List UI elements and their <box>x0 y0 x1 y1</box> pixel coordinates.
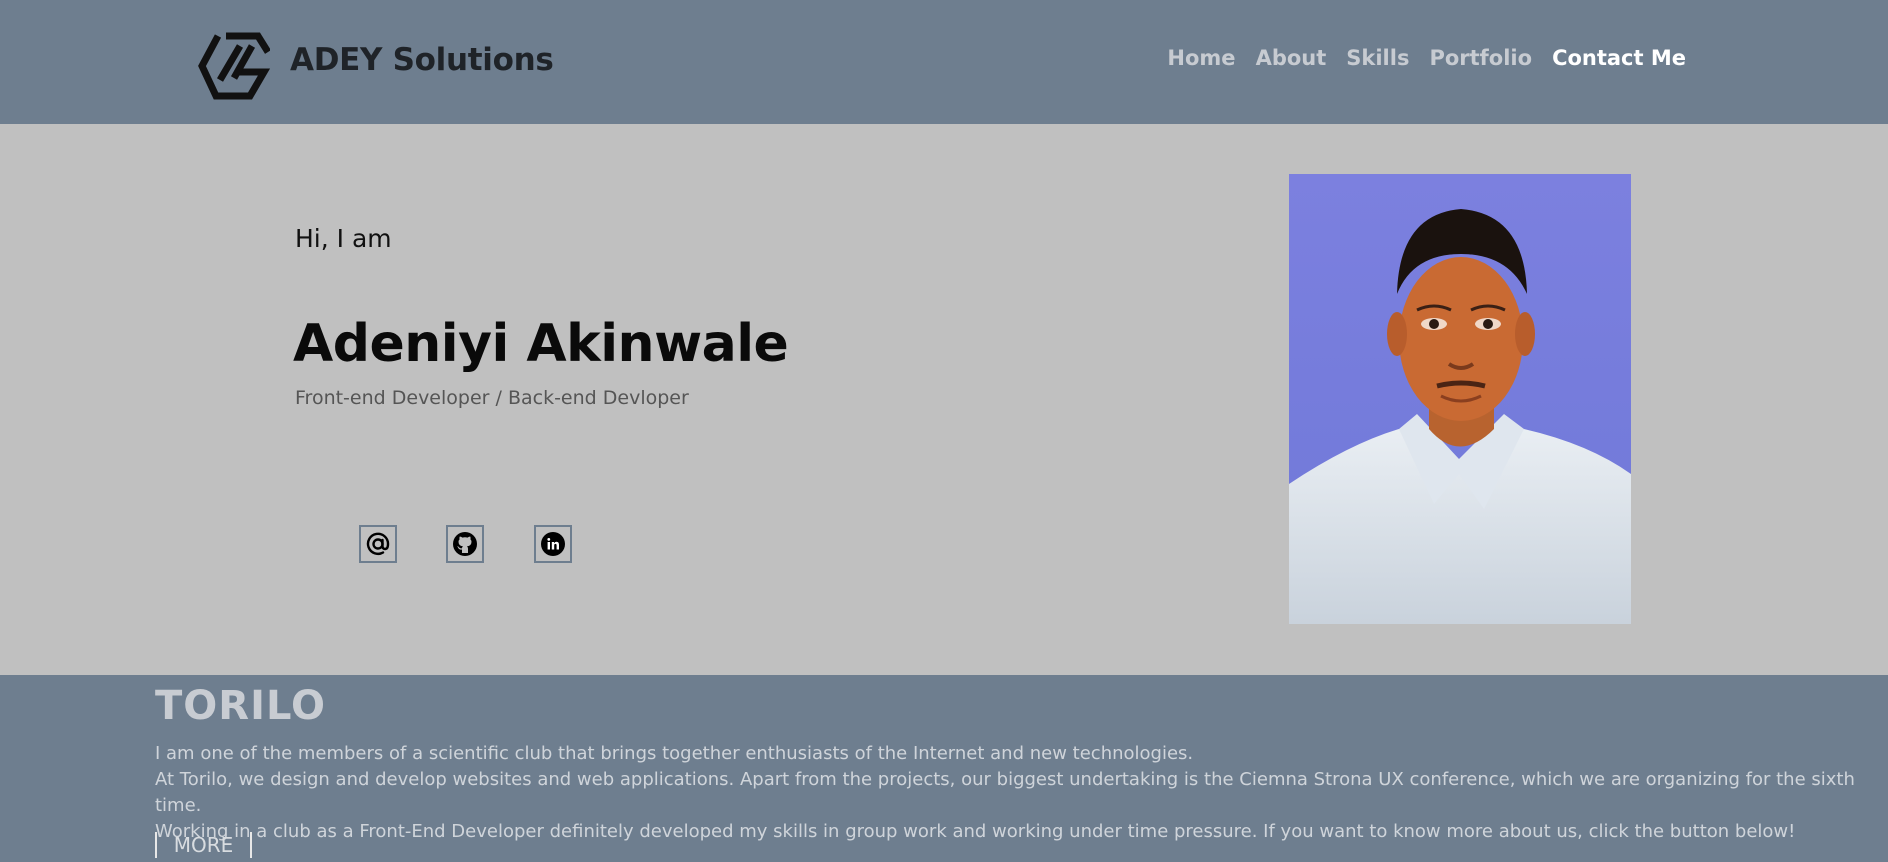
hero-role: Front-end Developer / Back-end Devloper <box>295 387 689 409</box>
about-line: I am one of the members of a scientific … <box>155 743 1194 764</box>
nav-portfolio[interactable]: Portfolio <box>1429 46 1532 70</box>
about-torilo-section: TORILO I am one of the members of a scie… <box>0 675 1888 862</box>
more-button[interactable]: MORE <box>155 832 252 858</box>
hexagon-g-logo-icon[interactable] <box>196 32 270 100</box>
about-line: Working in a club as a Front-End Develop… <box>155 821 1796 842</box>
hero-name: Adeniyi Akinwale <box>293 314 789 374</box>
nav-home[interactable]: Home <box>1167 46 1235 70</box>
nav-skills[interactable]: Skills <box>1346 46 1409 70</box>
linkedin-link[interactable] <box>534 525 572 563</box>
nav-contact-me[interactable]: Contact Me <box>1552 46 1686 70</box>
github-link[interactable] <box>446 525 484 563</box>
hero-greeting: Hi, I am <box>295 224 392 253</box>
github-icon <box>453 532 477 556</box>
linkedin-icon <box>541 532 565 556</box>
about-paragraph: I am one of the members of a scientific … <box>155 741 1855 845</box>
email-link[interactable] <box>359 525 397 563</box>
brand-name[interactable]: ADEY Solutions <box>290 42 554 78</box>
section-title: TORILO <box>155 683 327 729</box>
main-nav: Home About Skills Portfolio Contact Me <box>1167 46 1686 70</box>
hero-section: Hi, I am Adeniyi Akinwale Front-end Deve… <box>0 124 1888 675</box>
profile-photo <box>1289 174 1631 624</box>
about-line: At Torilo, we design and develop website… <box>155 769 1855 816</box>
site-header: ADEY Solutions Home About Skills Portfol… <box>0 0 1888 124</box>
at-sign-icon <box>366 532 390 556</box>
nav-about[interactable]: About <box>1256 46 1327 70</box>
